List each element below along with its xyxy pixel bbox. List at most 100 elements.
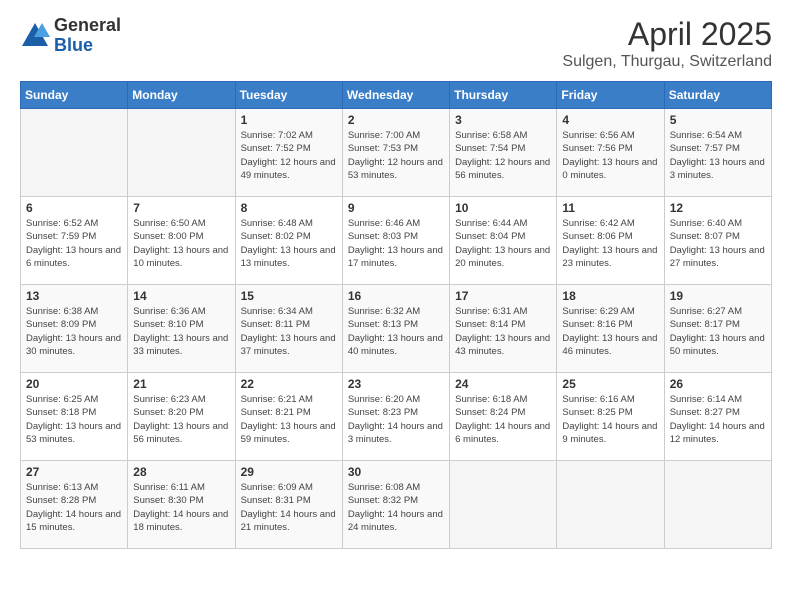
calendar-cell: 7 Sunrise: 6:50 AM Sunset: 8:00 PM Daylig… <box>128 197 235 285</box>
day-number: 10 <box>455 201 551 215</box>
calendar-cell: 1 Sunrise: 7:02 AM Sunset: 7:52 PM Daylig… <box>235 109 342 197</box>
calendar-cell: 20 Sunrise: 6:25 AM Sunset: 8:18 PM Dayli… <box>21 373 128 461</box>
day-number: 28 <box>133 465 229 479</box>
day-number: 21 <box>133 377 229 391</box>
page: General Blue April 2025 Sulgen, Thurgau,… <box>0 0 792 612</box>
calendar-cell: 3 Sunrise: 6:58 AM Sunset: 7:54 PM Daylig… <box>450 109 557 197</box>
calendar-cell: 29Sunrise: 6:09 AM Sunset: 8:31 PM Dayli… <box>235 461 342 549</box>
day-number: 19 <box>670 289 766 303</box>
day-number: 13 <box>26 289 122 303</box>
col-friday: Friday <box>557 82 664 109</box>
header-row: Sunday Monday Tuesday Wednesday Thursday… <box>21 82 772 109</box>
calendar-cell: 5 Sunrise: 6:54 AM Sunset: 7:57 PM Daylig… <box>664 109 771 197</box>
calendar-cell: 22Sunrise: 6:21 AM Sunset: 8:21 PM Dayli… <box>235 373 342 461</box>
day-content: Sunrise: 6:48 AM Sunset: 8:02 PM Dayligh… <box>241 217 337 270</box>
calendar-cell: 15 Sunrise: 6:34 AM Sunset: 8:11 PM Dayli… <box>235 285 342 373</box>
header: General Blue April 2025 Sulgen, Thurgau,… <box>20 16 772 71</box>
day-number: 26 <box>670 377 766 391</box>
calendar-cell <box>21 109 128 197</box>
day-number: 9 <box>348 201 444 215</box>
calendar-cell: 12 Sunrise: 6:40 AM Sunset: 8:07 PM Dayli… <box>664 197 771 285</box>
week-row-4: 27Sunrise: 6:13 AM Sunset: 8:28 PM Dayli… <box>21 461 772 549</box>
day-number: 14 <box>133 289 229 303</box>
day-content: Sunrise: 6:40 AM Sunset: 8:07 PM Dayligh… <box>670 217 766 270</box>
day-content: Sunrise: 6:20 AM Sunset: 8:23 PM Dayligh… <box>348 393 444 446</box>
title-location: Sulgen, Thurgau, Switzerland <box>562 53 772 71</box>
calendar-cell: 16 Sunrise: 6:32 AM Sunset: 8:13 PM Dayli… <box>342 285 449 373</box>
day-content: Sunrise: 6:29 AM Sunset: 8:16 PM Dayligh… <box>562 305 658 358</box>
day-content: Sunrise: 6:42 AM Sunset: 8:06 PM Dayligh… <box>562 217 658 270</box>
day-content: Sunrise: 7:02 AM Sunset: 7:52 PM Dayligh… <box>241 129 337 182</box>
day-content: Sunrise: 6:32 AM Sunset: 8:13 PM Dayligh… <box>348 305 444 358</box>
col-saturday: Saturday <box>664 82 771 109</box>
day-number: 23 <box>348 377 444 391</box>
logo-text: General Blue <box>54 16 121 56</box>
title-block: April 2025 Sulgen, Thurgau, Switzerland <box>562 16 772 71</box>
day-number: 25 <box>562 377 658 391</box>
day-number: 5 <box>670 113 766 127</box>
calendar-cell: 19Sunrise: 6:27 AM Sunset: 8:17 PM Dayli… <box>664 285 771 373</box>
calendar-body: 1 Sunrise: 7:02 AM Sunset: 7:52 PM Daylig… <box>21 109 772 549</box>
day-number: 16 <box>348 289 444 303</box>
day-number: 20 <box>26 377 122 391</box>
calendar-cell: 18 Sunrise: 6:29 AM Sunset: 8:16 PM Dayli… <box>557 285 664 373</box>
day-content: Sunrise: 6:44 AM Sunset: 8:04 PM Dayligh… <box>455 217 551 270</box>
day-number: 30 <box>348 465 444 479</box>
day-content: Sunrise: 6:18 AM Sunset: 8:24 PM Dayligh… <box>455 393 551 446</box>
day-number: 11 <box>562 201 658 215</box>
day-number: 24 <box>455 377 551 391</box>
calendar-cell: 25 Sunrise: 6:16 AM Sunset: 8:25 PM Dayli… <box>557 373 664 461</box>
day-number: 2 <box>348 113 444 127</box>
week-row-2: 13Sunrise: 6:38 AM Sunset: 8:09 PM Dayli… <box>21 285 772 373</box>
calendar-cell: 13Sunrise: 6:38 AM Sunset: 8:09 PM Dayli… <box>21 285 128 373</box>
calendar-cell: 27Sunrise: 6:13 AM Sunset: 8:28 PM Dayli… <box>21 461 128 549</box>
calendar-cell: 2 Sunrise: 7:00 AM Sunset: 7:53 PM Daylig… <box>342 109 449 197</box>
col-wednesday: Wednesday <box>342 82 449 109</box>
calendar-cell: 30 Sunrise: 6:08 AM Sunset: 8:32 PM Dayli… <box>342 461 449 549</box>
day-content: Sunrise: 6:11 AM Sunset: 8:30 PM Dayligh… <box>133 481 229 534</box>
day-content: Sunrise: 6:36 AM Sunset: 8:10 PM Dayligh… <box>133 305 229 358</box>
calendar-cell <box>557 461 664 549</box>
calendar-cell: 4 Sunrise: 6:56 AM Sunset: 7:56 PM Daylig… <box>557 109 664 197</box>
calendar-cell: 21 Sunrise: 6:23 AM Sunset: 8:20 PM Dayli… <box>128 373 235 461</box>
day-number: 4 <box>562 113 658 127</box>
calendar-cell: 28 Sunrise: 6:11 AM Sunset: 8:30 PM Dayli… <box>128 461 235 549</box>
logo: General Blue <box>20 16 121 56</box>
day-number: 3 <box>455 113 551 127</box>
day-content: Sunrise: 6:34 AM Sunset: 8:11 PM Dayligh… <box>241 305 337 358</box>
day-content: Sunrise: 7:00 AM Sunset: 7:53 PM Dayligh… <box>348 129 444 182</box>
day-number: 6 <box>26 201 122 215</box>
day-content: Sunrise: 6:31 AM Sunset: 8:14 PM Dayligh… <box>455 305 551 358</box>
week-row-0: 1 Sunrise: 7:02 AM Sunset: 7:52 PM Daylig… <box>21 109 772 197</box>
day-content: Sunrise: 6:25 AM Sunset: 8:18 PM Dayligh… <box>26 393 122 446</box>
day-number: 12 <box>670 201 766 215</box>
title-month: April 2025 <box>562 16 772 53</box>
day-number: 8 <box>241 201 337 215</box>
day-number: 1 <box>241 113 337 127</box>
day-number: 18 <box>562 289 658 303</box>
calendar-cell: 8 Sunrise: 6:48 AM Sunset: 8:02 PM Daylig… <box>235 197 342 285</box>
logo-icon <box>20 21 50 51</box>
day-content: Sunrise: 6:54 AM Sunset: 7:57 PM Dayligh… <box>670 129 766 182</box>
calendar-cell <box>664 461 771 549</box>
day-content: Sunrise: 6:08 AM Sunset: 8:32 PM Dayligh… <box>348 481 444 534</box>
day-content: Sunrise: 6:21 AM Sunset: 8:21 PM Dayligh… <box>241 393 337 446</box>
day-content: Sunrise: 6:23 AM Sunset: 8:20 PM Dayligh… <box>133 393 229 446</box>
col-tuesday: Tuesday <box>235 82 342 109</box>
day-content: Sunrise: 6:58 AM Sunset: 7:54 PM Dayligh… <box>455 129 551 182</box>
day-content: Sunrise: 6:09 AM Sunset: 8:31 PM Dayligh… <box>241 481 337 534</box>
calendar-cell <box>128 109 235 197</box>
day-content: Sunrise: 6:46 AM Sunset: 8:03 PM Dayligh… <box>348 217 444 270</box>
calendar-header: Sunday Monday Tuesday Wednesday Thursday… <box>21 82 772 109</box>
day-number: 7 <box>133 201 229 215</box>
day-content: Sunrise: 6:50 AM Sunset: 8:00 PM Dayligh… <box>133 217 229 270</box>
day-content: Sunrise: 6:13 AM Sunset: 8:28 PM Dayligh… <box>26 481 122 534</box>
col-thursday: Thursday <box>450 82 557 109</box>
day-content: Sunrise: 6:16 AM Sunset: 8:25 PM Dayligh… <box>562 393 658 446</box>
logo-blue: Blue <box>54 36 121 56</box>
day-number: 15 <box>241 289 337 303</box>
calendar-cell: 17Sunrise: 6:31 AM Sunset: 8:14 PM Dayli… <box>450 285 557 373</box>
day-content: Sunrise: 6:56 AM Sunset: 7:56 PM Dayligh… <box>562 129 658 182</box>
calendar-cell: 10 Sunrise: 6:44 AM Sunset: 8:04 PM Dayli… <box>450 197 557 285</box>
calendar-cell: 11 Sunrise: 6:42 AM Sunset: 8:06 PM Dayli… <box>557 197 664 285</box>
